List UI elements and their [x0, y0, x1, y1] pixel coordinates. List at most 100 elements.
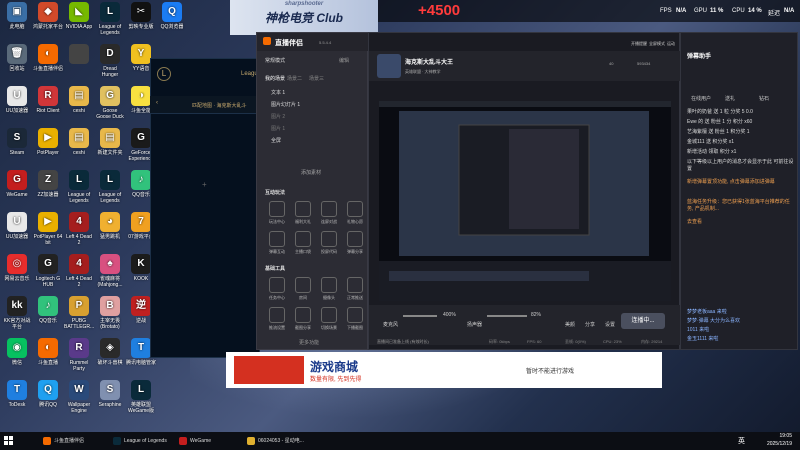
desktop-icon[interactable]: 4 Left 4 Dead 2	[64, 212, 94, 246]
desktop-icon[interactable]: L League of Legends	[95, 170, 125, 204]
desktop-icon[interactable]: U UU加速器	[2, 212, 32, 240]
source-item[interactable]: 图片 2	[271, 113, 285, 120]
desktop-icon[interactable]: S Steam	[2, 128, 32, 156]
desktop-icon[interactable]: L League of Legends	[95, 2, 125, 36]
chat-assistant-panel[interactable]: 弹幕助手 在线用户 送礼 钻石 果叶的奶爸 送 1 粒 分奖 5 0.0 Ewe 的 …	[680, 32, 798, 350]
taskbar-item[interactable]: WeGame	[176, 434, 240, 448]
header-action[interactable]: 开播提醒	[631, 41, 647, 47]
chat-tab[interactable]: 在线用户	[691, 95, 711, 102]
desktop-icon[interactable]: L 英雄联盟WeGame版	[126, 380, 156, 414]
desktop-icon[interactable]: S Seraphine	[95, 380, 125, 408]
desktop-icon[interactable]: R Riot Client	[33, 86, 63, 114]
tool-icon[interactable]	[269, 231, 285, 247]
desktop-icon[interactable]: B 主宰无畏(Brotato)	[95, 296, 125, 330]
desktop-icon[interactable]: Q QQ浏览器	[157, 2, 187, 30]
chat-tab[interactable]: 送礼	[725, 95, 735, 102]
taskbar-item[interactable]: 斗鱼直播伴侣	[40, 434, 104, 448]
desktop-icon[interactable]: ♪ QQ音乐	[33, 296, 63, 324]
clock-time[interactable]: 19:05	[758, 433, 792, 439]
tool-icon[interactable]	[295, 201, 311, 217]
desktop-icon[interactable]: ◉ 微信	[2, 338, 32, 366]
control-button[interactable]: 分享	[585, 321, 595, 328]
tool-icon[interactable]	[321, 201, 337, 217]
source-item[interactable]: 图片幻灯片 1	[271, 101, 300, 108]
windows-start-icon[interactable]	[4, 436, 14, 446]
desktop-icon[interactable]: ♠ 雀魂麻将(Mahjong...	[95, 254, 125, 288]
taskbar-item[interactable]: 06024053 - 星动电...	[244, 434, 308, 448]
desktop-icon[interactable]: L League of Legends	[64, 170, 94, 204]
scene-tab[interactable]: 场景三	[309, 75, 324, 82]
league-nav-bar[interactable]: ‹ 匹配地图 · 海克斯大乱斗	[150, 96, 260, 114]
mode-edit[interactable]: 编辑	[339, 57, 349, 64]
desktop-icon[interactable]: ◕ 猛男跳机	[95, 212, 125, 240]
desktop-icon[interactable]: ◐ 斗鱼直播	[33, 338, 63, 366]
desktop-icon[interactable]: W Wallpaper Engine	[64, 380, 94, 414]
desktop-icon[interactable]: ▤ ceshi	[64, 86, 94, 114]
desktop-icon[interactable]: P PUBG BATTLEGR...	[64, 296, 94, 330]
desktop-icon[interactable]	[64, 44, 94, 66]
clock-date[interactable]: 2025/12/19	[758, 441, 792, 447]
desktop-icon[interactable]: G Logitech G HUB	[33, 254, 63, 288]
desktop-icon[interactable]: ▤ 新建文件夹	[95, 128, 125, 156]
tool-icon[interactable]	[269, 277, 285, 293]
scene-tab[interactable]: 我的场景	[265, 75, 285, 82]
tool-icon[interactable]	[321, 231, 337, 247]
desktop-icon[interactable]: ▣ 此电脑	[2, 2, 32, 30]
desktop-icon[interactable]: ▶ PotPlayer	[33, 128, 63, 156]
control-button[interactable]: 美颜	[565, 321, 575, 328]
desktop-icon[interactable]: G Goose Goose Duck	[95, 86, 125, 120]
desktop-icon-graphic: ▤	[100, 128, 120, 148]
source-item[interactable]: 文本 1	[271, 89, 285, 96]
promo-banner[interactable]: 游戏商城 数量有限, 先到先得 暂时不能进行游戏	[226, 352, 662, 388]
desktop-icon[interactable]: ✂ 剪映专业版	[126, 2, 156, 30]
desktop-icon[interactable]: G WeGame	[2, 170, 32, 198]
tool-icon[interactable]	[295, 307, 311, 323]
ping-label: 延迟	[768, 11, 781, 17]
desktop-icon[interactable]: kk KK官方对战平台	[2, 296, 32, 330]
chat-bottom-message: 1011 来啦	[687, 327, 710, 333]
ime-indicator[interactable]: 英	[738, 436, 745, 446]
header-action[interactable]: 全屏模式	[649, 41, 665, 47]
taskbar-item[interactable]: League of Legends	[110, 434, 174, 448]
control-button[interactable]: 设置	[605, 321, 615, 328]
speaker-slider[interactable]	[487, 315, 527, 317]
desktop-icon[interactable]: ◐ 斗鱼直播伴侣	[33, 44, 63, 72]
desktop-icon[interactable]: ◎ 网易云音乐	[2, 254, 32, 282]
mic-slider[interactable]	[403, 315, 437, 317]
desktop-icon[interactable]: T ToDesk	[2, 380, 32, 408]
desktop-icon[interactable]: D Dread Hunger	[95, 44, 125, 78]
tool-icon[interactable]	[269, 201, 285, 217]
more-functions-button[interactable]: 更多功能	[299, 339, 319, 346]
go-live-button[interactable]: 连播中...	[621, 313, 665, 329]
back-icon[interactable]: ‹	[156, 100, 158, 106]
desktop-icon[interactable]: ◈ 破坏斗兽棋	[95, 338, 125, 366]
header-action[interactable]: 运动	[667, 41, 675, 47]
source-item[interactable]: 图片 1	[271, 125, 285, 132]
desktop-icon[interactable]: ▤ ceshi	[64, 128, 94, 156]
tool-icon[interactable]	[347, 201, 363, 217]
source-item[interactable]: 全屏	[271, 137, 281, 144]
mode-selector[interactable]: 常规模式	[265, 57, 285, 64]
desktop-icon[interactable]: ◆ 鸿蒙托家平台	[33, 2, 63, 30]
desktop-icon[interactable]: 🗑 回收站	[2, 44, 32, 72]
tool-icon[interactable]	[347, 277, 363, 293]
stream-main-window[interactable]: 海克斯大乱斗大王 英雄联盟 · 大神教学 40 593434 开播提醒 全屏模式运…	[368, 32, 681, 350]
tool-icon[interactable]	[347, 307, 363, 323]
tool-icon[interactable]	[295, 231, 311, 247]
add-source-button[interactable]: 添加素材	[301, 169, 321, 176]
tool-icon[interactable]	[321, 277, 337, 293]
scene-tab[interactable]: 场景二	[287, 75, 302, 82]
stream-companion-panel[interactable]: 直播伴侣 5.5.4.4 常规模式 编辑 我的场景 场景二 场景三 文本 1 图片幻灯…	[256, 32, 369, 350]
tool-icon[interactable]	[269, 307, 285, 323]
tool-icon[interactable]	[321, 307, 337, 323]
desktop-icon[interactable]: Z ZZ加速器	[33, 170, 63, 198]
desktop-icon[interactable]: 4 Left 4 Dead 2	[64, 254, 94, 288]
tool-icon[interactable]	[347, 231, 363, 247]
desktop-icon[interactable]: R Rummel Party	[64, 338, 94, 372]
desktop-icon[interactable]: U UU加速器	[2, 86, 32, 114]
desktop-icon[interactable]: Q 腾讯QQ	[33, 380, 63, 408]
tool-icon[interactable]	[295, 277, 311, 293]
chat-tab[interactable]: 钻石	[759, 95, 769, 102]
desktop-icon[interactable]: ◣ NVIDIA App	[64, 2, 94, 30]
desktop-icon[interactable]: ▶ PotPlayer 64 bit	[33, 212, 63, 246]
